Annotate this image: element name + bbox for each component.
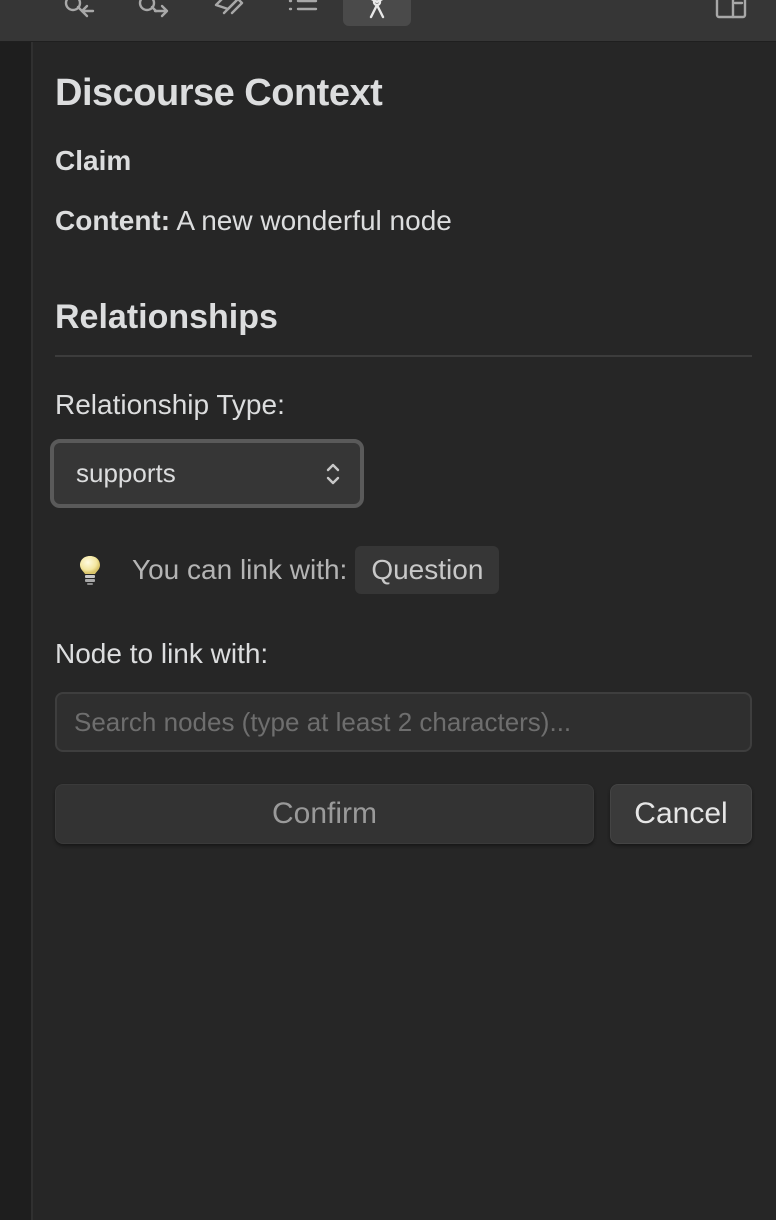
relationship-type-label: Relationship Type: <box>55 389 285 420</box>
outline-icon <box>288 0 318 11</box>
outgoing-links-icon <box>138 0 169 18</box>
tags-icon <box>214 0 244 15</box>
split-view-button[interactable] <box>698 0 762 26</box>
relationships-heading: Relationships <box>55 298 278 336</box>
search-nodes-input[interactable] <box>55 692 752 752</box>
discourse-graph-button[interactable] <box>343 0 411 26</box>
relationship-type-value: supports <box>76 458 176 488</box>
panel-title: Discourse Context <box>55 72 383 114</box>
chevron-up-down-icon <box>324 460 342 488</box>
split-view-icon <box>715 0 747 19</box>
node-content: Content: A new wonderful node <box>55 205 452 237</box>
outline-button[interactable] <box>271 0 335 26</box>
discourse-context-panel: Discourse Context Claim Content: A new w… <box>33 42 776 1220</box>
confirm-button[interactable]: Confirm <box>55 784 594 844</box>
section-divider <box>55 355 752 357</box>
backlinks-icon <box>64 0 95 18</box>
view-toolbar <box>0 0 776 42</box>
content-value: A new wonderful node <box>176 205 452 236</box>
node-to-link-label: Node to link with: <box>55 638 269 669</box>
node-type-label: Claim <box>55 145 132 176</box>
tags-button[interactable] <box>197 0 261 26</box>
hint-text: You can link with: <box>132 554 348 585</box>
backlinks-button[interactable] <box>48 0 112 26</box>
content-label: Content: <box>55 205 171 236</box>
left-rail <box>0 42 33 1220</box>
relationship-type-select[interactable]: supports <box>50 439 364 508</box>
node-type-chip: Question <box>355 546 500 594</box>
discourse-graph-icon <box>369 0 385 19</box>
outgoing-links-button[interactable] <box>122 0 186 26</box>
lightbulb-icon <box>80 556 100 585</box>
link-hint: You can link with: Question <box>55 545 500 595</box>
cancel-button[interactable]: Cancel <box>610 784 752 844</box>
